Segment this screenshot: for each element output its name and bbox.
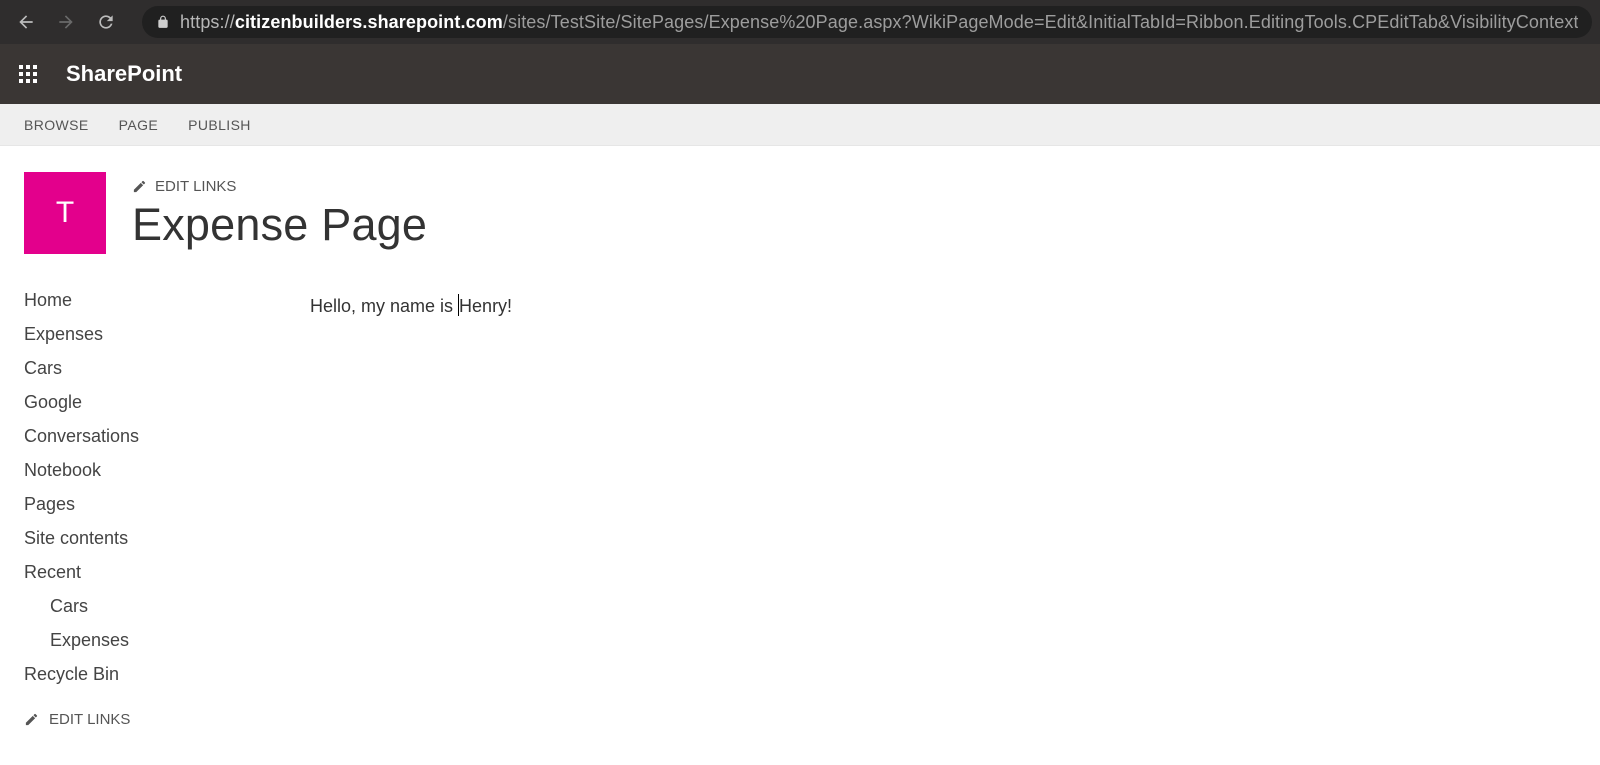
browser-back-button[interactable]: [8, 4, 44, 40]
url-host: citizenbuilders.sharepoint.com: [235, 12, 503, 32]
ribbon-tabs: BROWSE PAGE PUBLISH: [0, 104, 1600, 146]
nav-item[interactable]: Pages: [24, 494, 264, 515]
ribbon-tab-browse[interactable]: BROWSE: [24, 117, 89, 133]
body-text-after: Henry!: [459, 296, 512, 316]
url-text: https://citizenbuilders.sharepoint.com/s…: [180, 12, 1578, 33]
arrow-right-icon: [56, 12, 76, 32]
nav-item[interactable]: Cars: [24, 358, 264, 379]
browser-forward-button[interactable]: [48, 4, 84, 40]
edit-links-top-label: EDIT LINKS: [155, 178, 236, 195]
body-text-before: Hello, my name is: [310, 296, 458, 316]
lock-icon: [156, 15, 170, 29]
reload-icon: [96, 12, 116, 32]
nav-item[interactable]: Google: [24, 392, 264, 413]
nav-item[interactable]: Conversations: [24, 426, 264, 447]
nav-item[interactable]: Recent: [24, 562, 264, 583]
nav-item[interactable]: Cars: [24, 596, 264, 617]
site-logo-letter: T: [56, 196, 74, 230]
nav-item[interactable]: Notebook: [24, 460, 264, 481]
sharepoint-brand[interactable]: SharePoint: [66, 61, 182, 87]
browser-url-bar[interactable]: https://citizenbuilders.sharepoint.com/s…: [142, 6, 1592, 38]
nav-item[interactable]: Expenses: [24, 324, 264, 345]
url-path: /sites/TestSite/SitePages/Expense%20Page…: [503, 12, 1578, 32]
nav-item[interactable]: Recycle Bin: [24, 664, 264, 685]
left-navigation: Home Expenses Cars Google Conversations Noteb…: [24, 290, 264, 728]
url-protocol: https://: [180, 12, 235, 32]
arrow-left-icon: [16, 12, 36, 32]
browser-toolbar: https://citizenbuilders.sharepoint.com/s…: [0, 0, 1600, 44]
edit-links-bottom-label: EDIT LINKS: [49, 711, 130, 728]
main-columns: Home Expenses Cars Google Conversations Noteb…: [0, 254, 1600, 728]
browser-reload-button[interactable]: [88, 4, 124, 40]
pencil-icon: [24, 712, 39, 727]
nav-list: Home Expenses Cars Google Conversations Noteb…: [24, 290, 264, 685]
ribbon-tab-page[interactable]: PAGE: [119, 117, 158, 133]
ribbon-tab-publish[interactable]: PUBLISH: [188, 117, 251, 133]
page-header-row: T EDIT LINKS Expense Page: [0, 146, 1600, 254]
waffle-icon: [19, 65, 37, 83]
nav-item[interactable]: Expenses: [24, 630, 264, 651]
sharepoint-header: SharePoint: [0, 44, 1600, 104]
page-body-editor[interactable]: Hello, my name is Henry!: [310, 290, 1576, 728]
nav-item[interactable]: Home: [24, 290, 264, 311]
app-launcher-button[interactable]: [8, 54, 48, 94]
site-logo[interactable]: T: [24, 172, 106, 254]
edit-links-top[interactable]: EDIT LINKS: [132, 178, 427, 195]
nav-item[interactable]: Site contents: [24, 528, 264, 549]
edit-links-bottom[interactable]: EDIT LINKS: [24, 711, 264, 728]
pencil-icon: [132, 179, 147, 194]
page-title: Expense Page: [132, 199, 427, 251]
